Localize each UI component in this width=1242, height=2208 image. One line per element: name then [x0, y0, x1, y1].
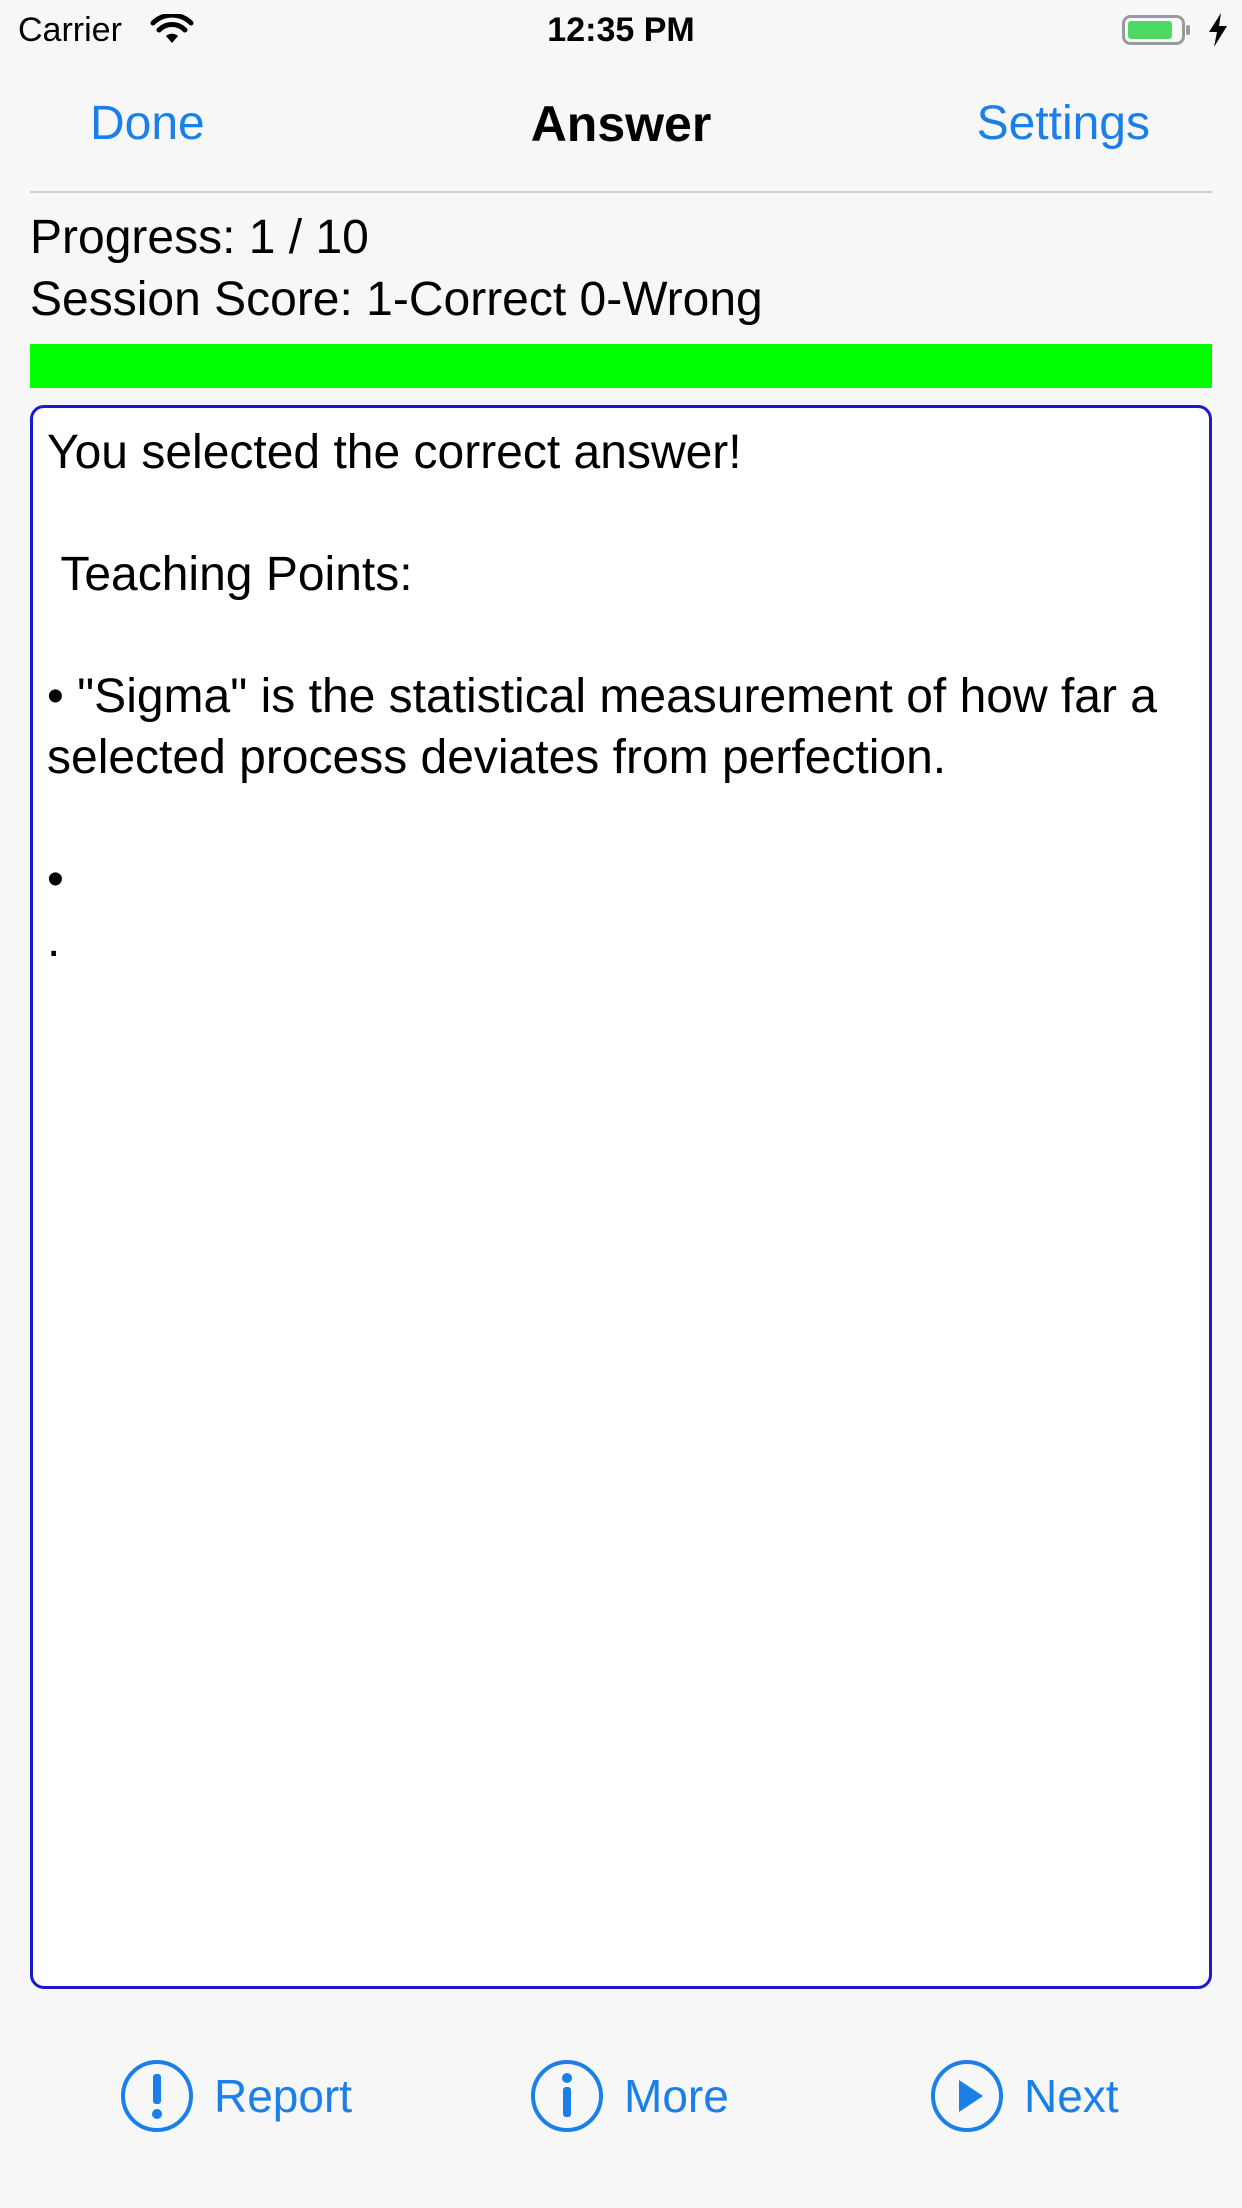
battery-icon: [1122, 15, 1190, 45]
settings-button[interactable]: Settings: [977, 96, 1150, 152]
next-button[interactable]: Next: [930, 2058, 1119, 2134]
report-label: Report: [214, 2070, 353, 2122]
charging-icon: [1209, 13, 1227, 47]
answer-text: You selected the correct answer! Teachin…: [47, 426, 1157, 967]
clock-time: 12:35 PM: [547, 11, 695, 49]
status-bar: Carrier 12:35 PM: [0, 0, 1242, 60]
next-label: Next: [1024, 2070, 1119, 2122]
answer-text-view[interactable]: You selected the correct answer! Teachin…: [30, 405, 1212, 1989]
session-progress-bar: [30, 344, 1212, 388]
bottom-toolbar: Report More Next: [0, 2020, 1242, 2170]
play-circle-icon: [931, 2060, 1003, 2132]
more-label: More: [624, 2070, 729, 2122]
progress-label: Progress: 1 / 10: [30, 211, 369, 264]
session-progress-fill: [30, 344, 1212, 388]
session-score-label: Session Score: 1-Correct 0-Wrong: [30, 273, 763, 326]
navigation-bar: Done Answer Settings: [0, 60, 1242, 192]
nav-divider: [30, 191, 1212, 193]
report-button[interactable]: Report: [120, 2058, 352, 2134]
exclamation-circle-icon: [121, 2060, 193, 2132]
info-circle-icon: [531, 2060, 603, 2132]
more-button[interactable]: More: [530, 2058, 729, 2134]
